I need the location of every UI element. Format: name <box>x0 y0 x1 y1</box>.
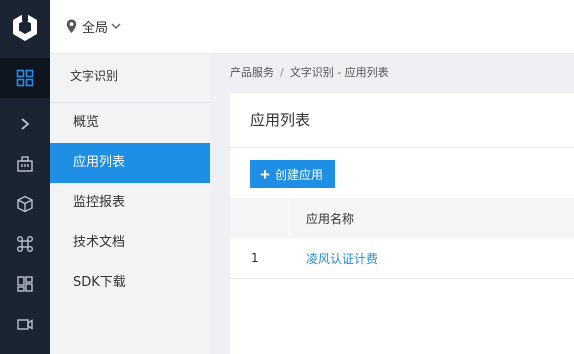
rail-item-building[interactable] <box>0 144 50 184</box>
rail-item-command[interactable] <box>0 224 50 264</box>
table-row: 1 凌风认证计费 <box>230 238 574 279</box>
breadcrumb-current: 文字识别 - 应用列表 <box>289 66 389 79</box>
rail-item-expand[interactable] <box>0 104 50 144</box>
column-header-index <box>230 198 290 238</box>
scope-label: 全局 <box>82 21 109 36</box>
layout-panels-icon <box>17 276 33 292</box>
sidebar-item-sdk-download[interactable]: SDK下载 <box>50 263 210 303</box>
rail-item-layout[interactable] <box>0 264 50 304</box>
create-app-button[interactable]: + 创建应用 <box>250 160 335 188</box>
app-logo[interactable] <box>0 0 50 54</box>
sidebar-title: 文字识别 <box>50 54 210 103</box>
breadcrumb-root[interactable]: 产品服务 <box>230 66 274 79</box>
rail-item-cube[interactable] <box>0 184 50 224</box>
main-area: 产品服务 / 文字识别 - 应用列表 应用列表 + 创建应用 应用名称 1 凌风认证… <box>210 54 574 354</box>
breadcrumb-separator: / <box>280 66 284 79</box>
video-camera-icon <box>17 319 33 330</box>
plus-icon: + <box>260 164 270 184</box>
building-icon <box>17 156 33 172</box>
rail-item-video[interactable] <box>0 304 50 344</box>
hexagon-logo-icon <box>13 13 37 41</box>
app-table: 应用名称 1 凌风认证计费 <box>230 198 574 279</box>
rail-item-overview[interactable] <box>0 58 50 98</box>
command-key-icon <box>17 236 33 252</box>
sidebar-item-overview[interactable]: 概览 <box>50 103 210 143</box>
top-bar: 全局 <box>50 0 574 54</box>
row-index: 1 <box>251 251 259 265</box>
chevron-right-icon <box>21 118 30 130</box>
app-list-card: 应用列表 + 创建应用 应用名称 1 凌风认证计费 <box>230 93 574 354</box>
create-app-label: 创建应用 <box>274 167 323 182</box>
sidebar-item-docs[interactable]: 技术文档 <box>50 223 210 263</box>
app-name-link[interactable]: 凌风认证计费 <box>290 250 378 267</box>
location-pin-icon <box>66 19 77 33</box>
product-sidebar: 文字识别 概览 应用列表 监控报表 技术文档 SDK下载 <box>50 54 210 354</box>
icon-rail: 总览 <box>0 0 84 354</box>
cube-icon <box>17 195 33 213</box>
scope-selector[interactable]: 全局 <box>66 17 121 36</box>
sidebar-item-app-list[interactable]: 应用列表 <box>50 143 210 183</box>
table-header: 应用名称 <box>230 198 574 238</box>
page-title: 应用列表 <box>230 93 574 148</box>
sidebar-item-monitoring[interactable]: 监控报表 <box>50 183 210 223</box>
chevron-down-icon <box>111 23 121 30</box>
breadcrumb: 产品服务 / 文字识别 - 应用列表 <box>210 54 574 93</box>
column-header-app-name: 应用名称 <box>306 211 355 226</box>
dashboard-grid-icon <box>16 69 34 87</box>
